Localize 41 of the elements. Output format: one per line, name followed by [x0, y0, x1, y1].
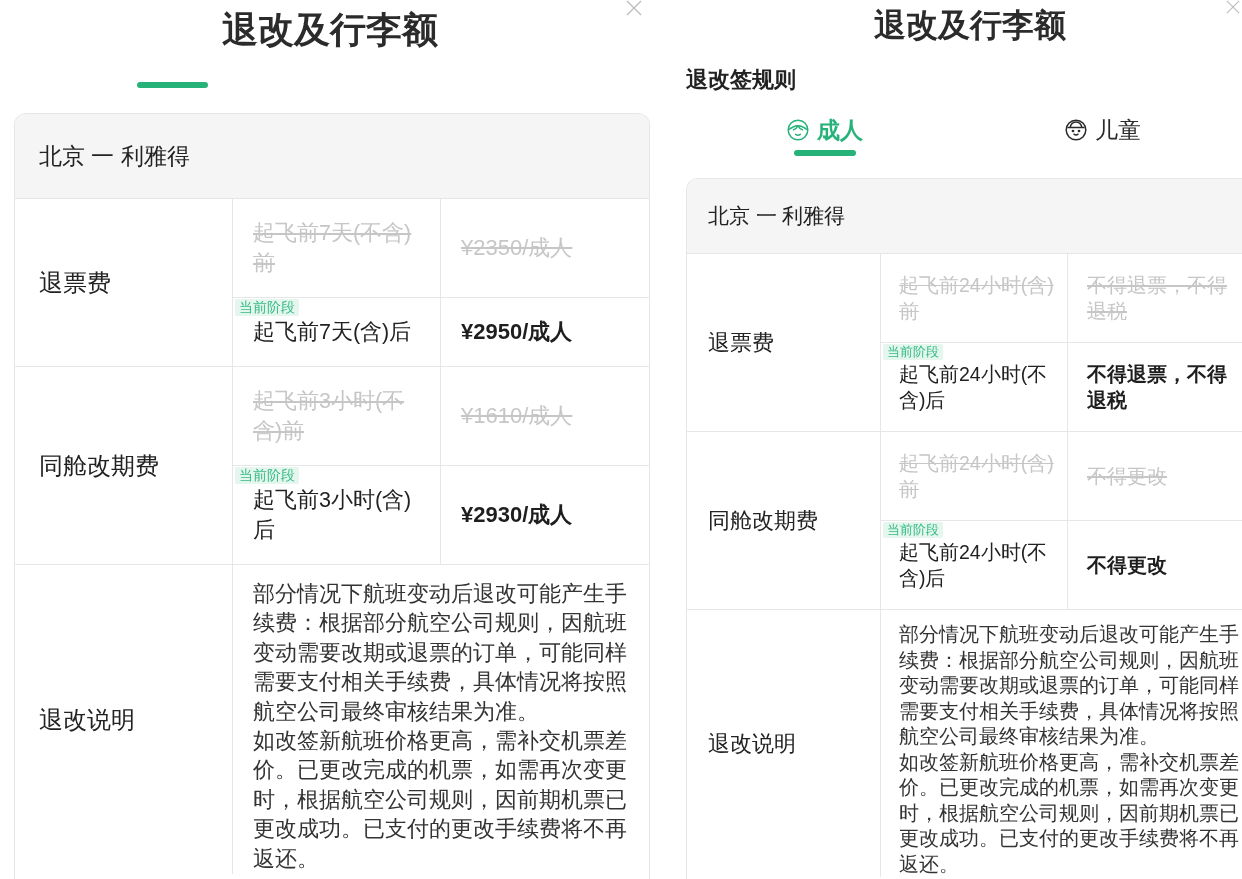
fee-type-label: 同舱改期费	[708, 506, 818, 535]
notes-paragraph: 如改签新航班价格更高，需补交机票差价。已更改完成的机票，如需再次变更时，根据航空公司规则，因前期机票已更改成功。已支付的更改手续费将不再返还。	[253, 728, 628, 873]
condition-text: 起飞前24小时(不含)后	[899, 362, 1049, 413]
fee-text: ¥2950/成人	[461, 318, 573, 346]
notes-paragraph: 如改签新航班价格更高，需补交机票差价。已更改完成的机票，如需再次变更时，根据航空公司规则，因前期机票已更改成功。已支付的更改手续费将不再返还。	[899, 749, 1239, 877]
face-icon	[787, 119, 809, 141]
condition-text: 起飞前24小时(含)前	[899, 273, 1054, 324]
condition-text: 起飞前3小时(不含)前	[253, 388, 406, 445]
current-stage-tag: 当前阶段	[883, 344, 943, 360]
current-stage-tag: 当前阶段	[235, 467, 299, 484]
passenger-tab[interactable]: 儿童	[964, 115, 1242, 156]
current-stage-tag: 当前阶段	[235, 299, 299, 316]
fee-text: ¥2350/成人	[461, 234, 573, 262]
fee-text: ¥1610/成人	[461, 402, 573, 430]
fee-text: 不得更改	[1087, 464, 1167, 489]
condition-text: 起飞前24小时(含)前	[899, 451, 1054, 502]
current-stage-tag: 当前阶段	[883, 522, 943, 538]
notes-paragraph: 部分情况下航班变动后退改可能产生手续费：根据部分航空公司规则，因航班变动需要改期或退票的订单，可能同样需要支付相关手续费，具体情况将按照航空公司最终审核结果为准。	[899, 622, 1239, 749]
fee-text: 不得退票，不得退税	[1087, 273, 1228, 324]
fee-text: 不得更改	[1087, 553, 1167, 578]
notes-label: 退改说明	[39, 704, 135, 735]
dialog-title: 退改及行李额	[222, 10, 438, 50]
close-icon[interactable]	[626, 0, 642, 16]
fee-type-label: 退票费	[708, 328, 774, 357]
fee-type-label: 退票费	[39, 267, 111, 298]
fee-text: 不得退票，不得退税	[1087, 362, 1228, 413]
tab-underline	[794, 150, 856, 156]
condition-text: 起飞前7天(含)后	[253, 319, 412, 346]
condition-text: 起飞前24小时(不含)后	[899, 540, 1049, 591]
condition-text: 起飞前3小时(含)后	[253, 487, 413, 544]
dialog-title: 退改及行李额	[874, 6, 1066, 45]
notes-label: 退改说明	[708, 729, 796, 758]
capped-face-icon	[1065, 119, 1087, 141]
fee-text: ¥2930/成人	[461, 501, 573, 529]
route-header: 北京 一 利雅得	[687, 179, 1242, 253]
condition-text: 起飞前7天(不含)前	[253, 220, 413, 277]
fee-type-label: 同舱改期费	[39, 450, 159, 481]
notes-paragraph: 部分情况下航班变动后退改可能产生手续费：根据部分航空公司规则，因航班变动需要改期或退票的订单，可能同样需要支付相关手续费，具体情况将按照航空公司最终审核结果为准。	[253, 581, 628, 726]
section-title: 退改签规则	[686, 66, 796, 94]
close-icon[interactable]	[1226, 0, 1240, 14]
route-header: 北京 一 利雅得	[15, 114, 649, 198]
